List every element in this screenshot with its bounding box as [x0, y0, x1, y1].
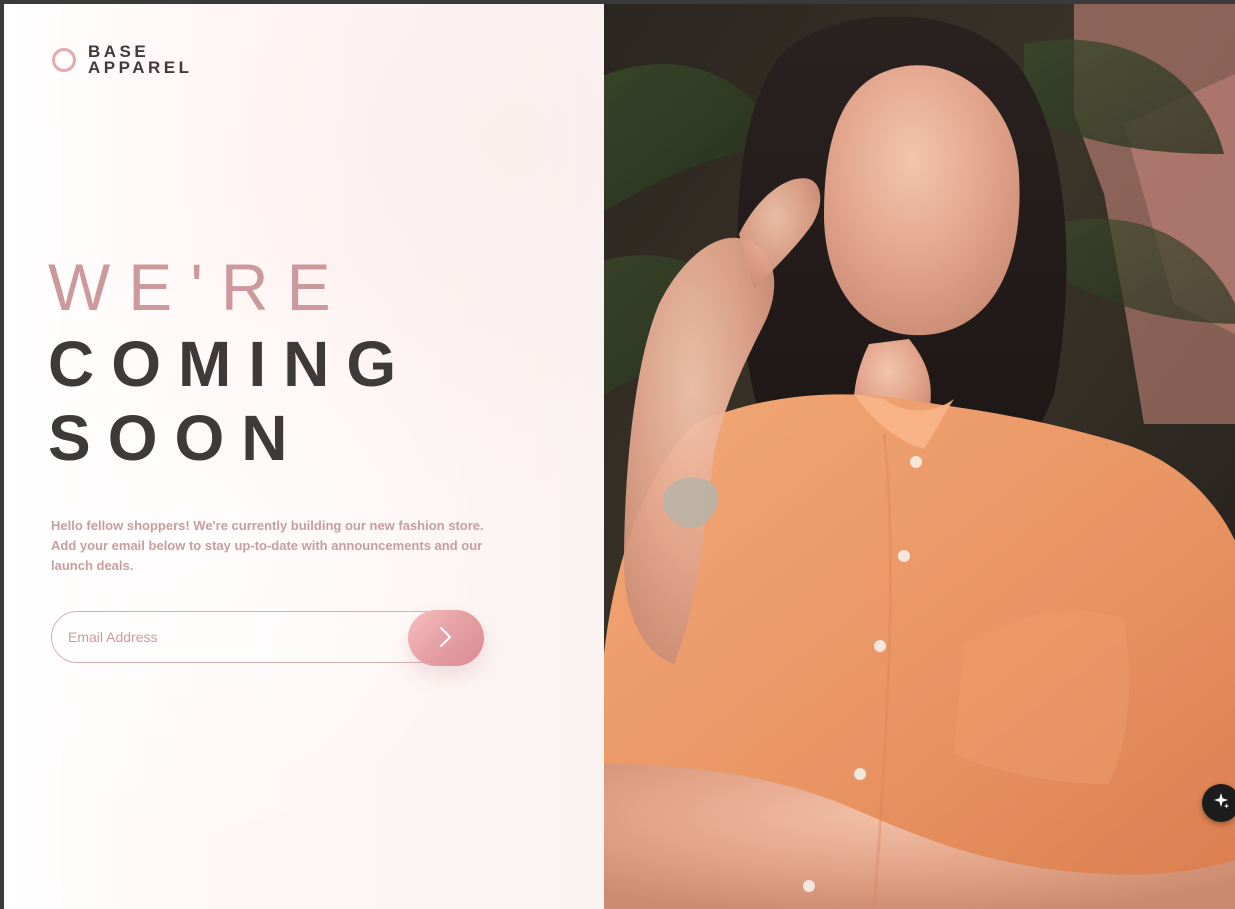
- intro-text: Hello fellow shoppers! We're currently b…: [51, 516, 491, 576]
- sparkles-icon: [1212, 792, 1230, 815]
- floating-action-button[interactable]: [1202, 784, 1235, 822]
- brand-wordmark: BASE APPAREL: [88, 43, 193, 77]
- hero-heading: WE'RE COMING SOON: [48, 254, 568, 470]
- brand-logo[interactable]: BASE APPAREL: [52, 43, 193, 77]
- brand-line-2: APPAREL: [88, 58, 193, 77]
- intro-paragraph: Hello fellow shoppers! We're currently b…: [51, 518, 484, 573]
- hero-line-3: SOON: [48, 402, 305, 474]
- email-input[interactable]: [51, 611, 469, 663]
- hero-line-1: WE'RE: [48, 250, 349, 324]
- hero-photo: [604, 4, 1235, 909]
- email-signup-form: [51, 610, 484, 666]
- content-panel: BASE APPAREL WE'RE COMING SOON Hello fel…: [4, 4, 604, 909]
- ring-logo-icon: [52, 48, 76, 72]
- hero-line-2: COMING: [48, 328, 414, 400]
- submit-button[interactable]: [408, 610, 484, 666]
- chevron-right-icon: [439, 626, 453, 651]
